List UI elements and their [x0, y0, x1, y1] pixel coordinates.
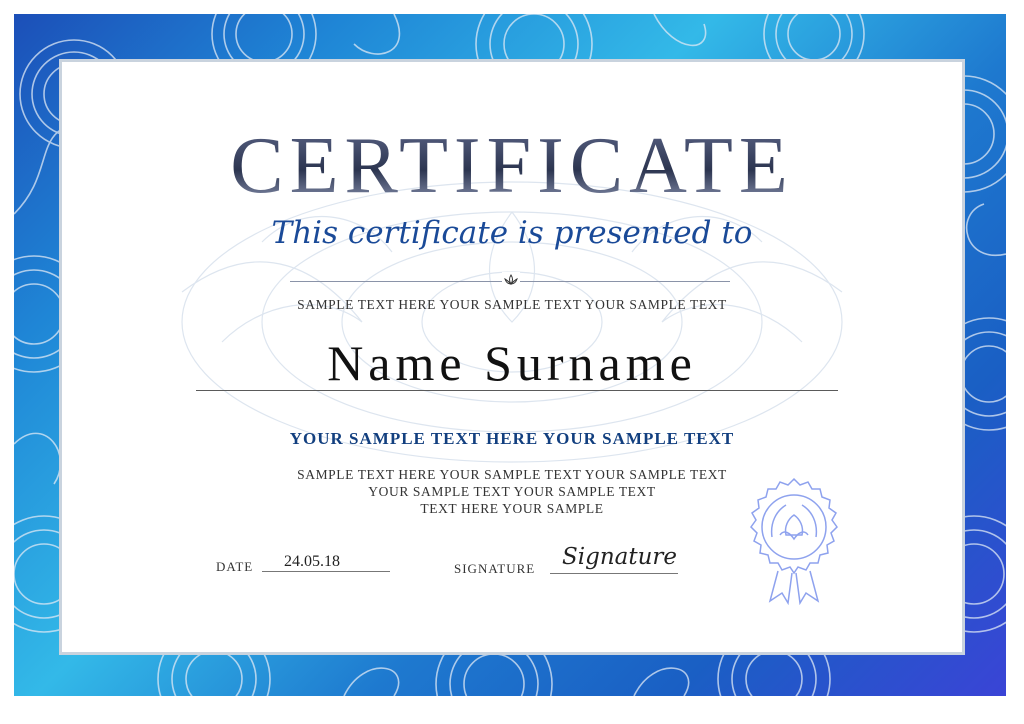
date-underline: [262, 571, 390, 572]
description-line: SAMPLE TEXT HERE YOUR SAMPLE TEXT YOUR S…: [297, 467, 727, 482]
lotus-ornament-icon: [502, 272, 520, 286]
signature-underline: [550, 573, 678, 574]
emphasis-text: YOUR SAMPLE TEXT HERE YOUR SAMPLE TEXT: [289, 429, 735, 448]
recipient-name: Name Surname: [327, 335, 697, 391]
date-value: 24.05.18: [284, 553, 340, 570]
description-paragraph: SAMPLE TEXT HERE YOUR SAMPLE TEXT YOUR S…: [0, 466, 1024, 517]
description-line: TEXT HERE YOUR SAMPLE: [420, 501, 604, 516]
sample-text-line: SAMPLE TEXT HERE YOUR SAMPLE TEXT YOUR S…: [297, 297, 727, 312]
signature-label: SIGNATURE: [454, 561, 536, 576]
seal-icon: [734, 475, 854, 606]
date-label: DATE: [216, 559, 254, 574]
name-underline: [196, 390, 838, 391]
certificate-title: CERTIFICATE: [0, 126, 1024, 206]
description-line: YOUR SAMPLE TEXT YOUR SAMPLE TEXT: [368, 484, 656, 499]
signature-value: Signature: [562, 544, 678, 570]
presented-to-subtitle: This certificate is presented to: [271, 215, 753, 251]
